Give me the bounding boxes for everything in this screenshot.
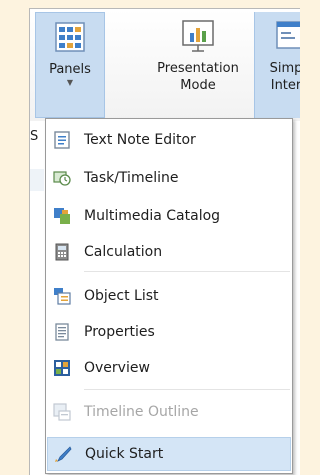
menu-item-timeline-outline[interactable]: Timeline Outline	[47, 397, 291, 427]
task-timeline-icon	[53, 171, 71, 186]
menu-item-label: Text Note Editor	[84, 132, 196, 148]
panels-dropdown-menu: Text Note Editor Task/Timeline Multimedi…	[45, 118, 293, 474]
menu-item-label: Timeline Outline	[84, 404, 199, 420]
menu-item-label: Calculation	[84, 244, 163, 260]
presentation-mode-button[interactable]: Presentation Mode	[142, 12, 254, 118]
calculator-icon	[55, 243, 69, 261]
multimedia-catalog-icon	[54, 208, 70, 224]
menu-item-label: Quick Start	[85, 446, 164, 462]
menu-item-task-timeline[interactable]: Task/Timeline	[47, 163, 291, 193]
panels-button[interactable]: Panels ▼	[35, 12, 105, 118]
simple-interface-icon	[276, 21, 300, 49]
menu-item-label: Object List	[84, 288, 159, 304]
menu-separator	[84, 271, 290, 272]
presentation-icon	[182, 20, 214, 52]
side-letter: S	[30, 129, 39, 144]
side-row	[30, 169, 44, 191]
simple-label-line1: Simp	[269, 61, 300, 76]
menu-item-label: Task/Timeline	[84, 170, 179, 186]
menu-item-multimedia-catalog[interactable]: Multimedia Catalog	[47, 201, 291, 231]
menu-item-label: Properties	[84, 324, 155, 340]
menu-item-calculation[interactable]: Calculation	[47, 237, 291, 267]
menu-item-object-list[interactable]: Object List	[47, 281, 291, 311]
menu-item-properties[interactable]: Properties	[47, 317, 291, 347]
ribbon-bar: Panels ▼ Presentation Mode Simp Inter	[30, 9, 300, 121]
timeline-outline-icon	[53, 403, 71, 421]
text-note-icon	[54, 131, 70, 149]
object-list-icon	[54, 288, 71, 305]
simple-label-line2: Inter	[270, 78, 300, 93]
panels-icon	[55, 22, 85, 52]
screenshot-root: { "ribbon": { "panels_label": "Panels", …	[0, 0, 300, 475]
presentation-label-line1: Presentation	[157, 61, 239, 76]
menu-item-overview[interactable]: Overview	[47, 353, 291, 383]
quick-start-icon	[55, 446, 72, 462]
menu-item-label: Multimedia Catalog	[84, 208, 221, 224]
properties-icon	[55, 323, 69, 341]
overview-icon	[54, 360, 70, 376]
menu-item-quick-start[interactable]: Quick Start	[47, 437, 291, 471]
menu-separator	[84, 389, 290, 390]
simple-interface-button[interactable]: Simp Inter	[254, 12, 300, 118]
presentation-label-line2: Mode	[180, 78, 216, 93]
panels-label: Panels	[49, 62, 91, 77]
menu-item-label: Overview	[84, 360, 150, 376]
menu-item-text-note-editor[interactable]: Text Note Editor	[47, 125, 291, 155]
chevron-down-icon: ▼	[66, 78, 74, 87]
